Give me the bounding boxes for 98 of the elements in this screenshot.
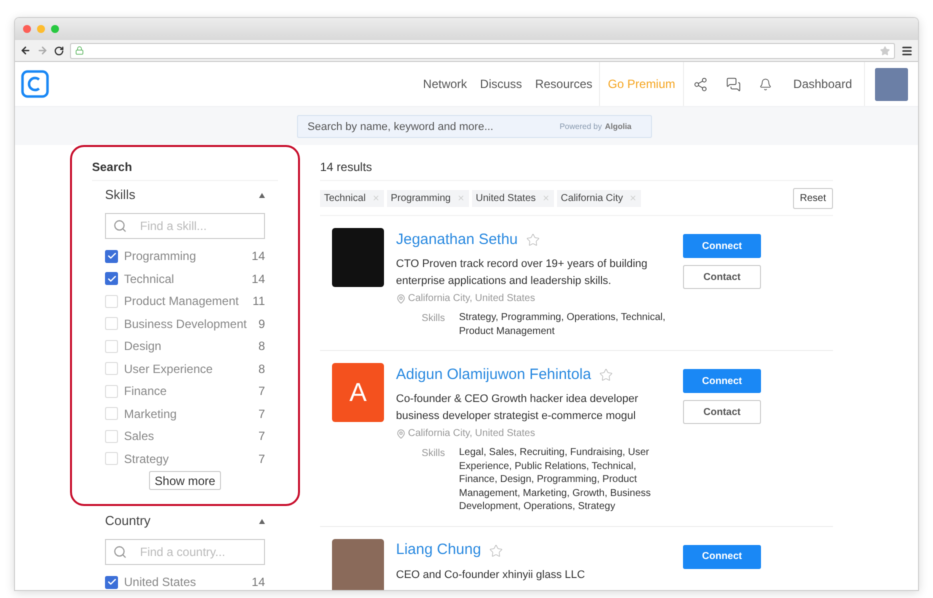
lock-icon xyxy=(75,46,84,55)
facet-option-label[interactable]: Programming xyxy=(124,247,252,266)
facet-count: 14 xyxy=(252,270,265,288)
powered-by-text: Powered by xyxy=(560,120,602,133)
star-icon[interactable] xyxy=(599,368,614,382)
nodes-icon[interactable] xyxy=(693,76,708,92)
facet-option-label[interactable]: Finance xyxy=(124,382,258,400)
algolia-label[interactable]: Algolia xyxy=(604,120,632,133)
forward-icon[interactable] xyxy=(37,45,48,56)
facet-option-label[interactable]: Design xyxy=(124,337,258,356)
search-icon xyxy=(113,219,127,233)
skills-label: Skills xyxy=(420,447,446,461)
facet-count: 11 xyxy=(252,293,265,310)
facet-option-label[interactable]: Strategy xyxy=(124,450,258,468)
chat-icon[interactable] xyxy=(726,76,742,92)
filter-tag[interactable]: Technical xyxy=(320,190,384,206)
person-name[interactable]: Jeganathan Sethu xyxy=(396,228,518,252)
person-location: California City, United States xyxy=(408,427,536,441)
person-skills: Strategy, Programming, Operations, Technical, Product Management xyxy=(459,311,666,338)
checkbox[interactable] xyxy=(105,294,118,308)
avatar: A xyxy=(332,363,384,422)
checkbox[interactable] xyxy=(105,340,118,353)
sidebar-title: Search xyxy=(92,158,278,181)
checkbox[interactable] xyxy=(105,317,118,330)
facet-count: 7 xyxy=(258,406,265,423)
facet-count: 14 xyxy=(252,248,265,266)
checkbox[interactable] xyxy=(105,272,118,286)
checkbox[interactable] xyxy=(105,407,118,420)
minimize-icon[interactable] xyxy=(37,25,45,33)
facet-count: 14 xyxy=(252,574,265,590)
facet-count: 9 xyxy=(258,316,265,333)
person-description: CEO and Co-founder xhinyii glass LLC xyxy=(396,568,586,582)
reload-icon[interactable] xyxy=(54,46,64,56)
avatar-photo-placeholder[interactable] xyxy=(875,68,908,100)
connect-button[interactable]: Connect xyxy=(683,544,761,568)
connect-button[interactable]: Connect xyxy=(683,234,761,258)
facet-option-label[interactable]: Product Management xyxy=(124,292,253,310)
location-pin-icon xyxy=(396,294,406,304)
person-description: Co-founder & CEO Growth hacker idea developer business developer strategist e-commerce mogul xyxy=(396,392,640,424)
results-count: 14 results xyxy=(320,145,833,181)
dashboard-link[interactable]: Dashboard xyxy=(781,62,865,106)
remove-icon[interactable] xyxy=(542,194,550,202)
person-skills: Legal, Sales, Recruiting, Fundraising, User Experience, Public Relations, Technical, Finance, Design, Programming, Product Management, Marketing, Growth, Business Development, Operations, Strategy xyxy=(459,446,652,514)
photo-placeholder xyxy=(332,228,384,287)
facet-count: 8 xyxy=(258,360,265,378)
star-icon[interactable] xyxy=(489,544,504,558)
nav-link[interactable]: Discuss xyxy=(474,75,529,93)
facet-option-label[interactable]: Marketing xyxy=(124,404,258,423)
facet-title: Country xyxy=(105,512,151,530)
bell-icon[interactable] xyxy=(759,78,772,90)
contact-button[interactable]: Contact xyxy=(683,265,761,289)
facet-count: 7 xyxy=(258,428,265,446)
show-more-button[interactable]: Show more xyxy=(148,471,222,490)
menu-icon[interactable] xyxy=(901,44,913,56)
maximize-icon[interactable] xyxy=(51,25,59,33)
facet-count: 7 xyxy=(258,450,265,468)
facet-option-label[interactable]: United States xyxy=(124,573,252,590)
filter-tag[interactable]: California City xyxy=(556,190,642,206)
facet-search-field[interactable]: Find a country... xyxy=(105,539,265,565)
facet-search-field[interactable]: Find a skill... xyxy=(105,213,265,239)
filter-tag[interactable]: United States xyxy=(472,190,554,206)
remove-icon[interactable] xyxy=(372,194,380,202)
checkbox[interactable] xyxy=(105,430,118,443)
nav-link[interactable]: Resources xyxy=(528,75,599,93)
close-icon[interactable] xyxy=(23,25,31,33)
star-icon[interactable] xyxy=(526,233,540,247)
nav-link[interactable]: Network xyxy=(416,75,474,93)
facet-count: 7 xyxy=(258,383,265,400)
remove-icon[interactable] xyxy=(456,194,465,202)
logo-icon[interactable] xyxy=(21,70,49,98)
facet-option-label[interactable]: Business Development xyxy=(124,314,258,333)
location-pin-icon xyxy=(396,428,406,438)
filter-tag[interactable]: Programming xyxy=(386,190,469,206)
photo-placeholder xyxy=(332,538,384,590)
checkbox[interactable] xyxy=(105,576,118,589)
skills-label: Skills xyxy=(420,312,446,326)
facet-title: Skills xyxy=(105,186,136,204)
person-description: CTO Proven track record over 19+ years of building enterprise applications and leadership skills. xyxy=(396,257,648,289)
checkbox[interactable] xyxy=(105,452,118,466)
facet-option-label[interactable]: User Experience xyxy=(124,360,258,378)
collapse-icon[interactable] xyxy=(259,518,265,524)
reset-button[interactable]: Reset xyxy=(792,188,833,208)
person-name[interactable]: Liang Chung xyxy=(396,539,482,562)
back-icon[interactable] xyxy=(20,45,31,56)
facet-option-label[interactable]: Sales xyxy=(124,427,258,446)
person-location: California City, United States xyxy=(408,292,536,306)
checkbox[interactable] xyxy=(105,384,118,398)
facet-option-label[interactable]: Technical xyxy=(124,270,252,288)
remove-icon[interactable] xyxy=(629,194,638,202)
bookmark-star-icon[interactable] xyxy=(880,46,890,56)
checkbox[interactable] xyxy=(105,362,118,376)
collapse-icon[interactable] xyxy=(259,192,265,198)
contact-button[interactable]: Contact xyxy=(683,400,761,424)
facet-count: 8 xyxy=(258,338,265,356)
connect-button[interactable]: Connect xyxy=(683,369,761,393)
search-icon xyxy=(113,545,127,559)
person-name[interactable]: Adigun Olamijuwon Fehintola xyxy=(396,364,592,386)
checkbox[interactable] xyxy=(105,250,118,263)
